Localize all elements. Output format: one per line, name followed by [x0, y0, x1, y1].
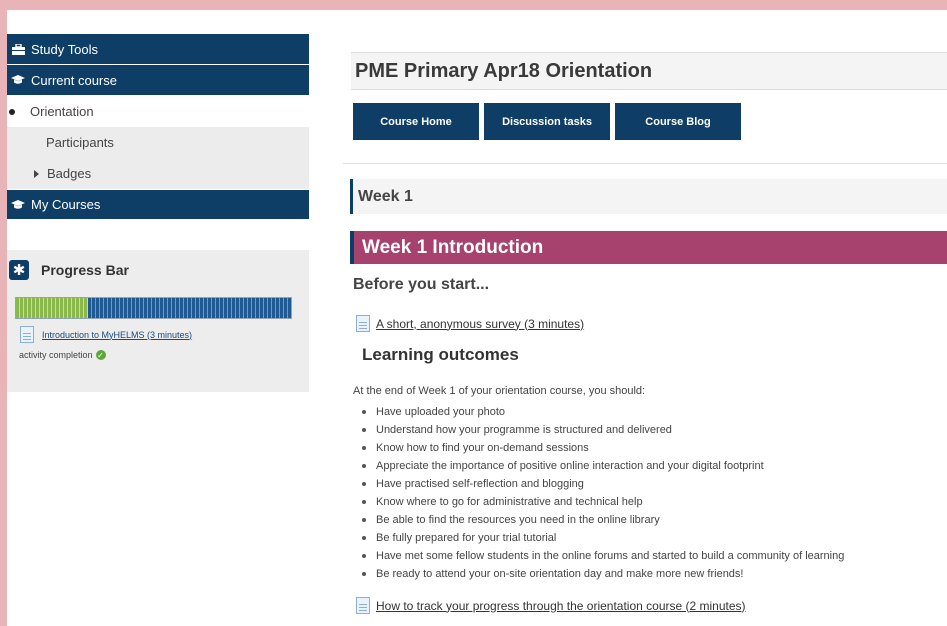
week-section-header[interactable]: Week 1	[350, 179, 947, 214]
learning-outcomes-heading: Learning outcomes	[362, 345, 519, 364]
current-course-header[interactable]: Current course	[7, 65, 309, 96]
my-courses-header[interactable]: My Courses	[7, 189, 309, 220]
survey-resource[interactable]: A short, anonymous survey (3 minutes)	[356, 315, 584, 332]
course-nav-buttons: Course Home Discussion tasks Course Blog	[353, 103, 741, 140]
list-item: Appreciate the importance of positive on…	[362, 457, 844, 475]
badges-label: Badges	[47, 166, 92, 181]
list-item: Have practised self-reflection and blogg…	[362, 475, 844, 493]
bullet-icon	[9, 108, 15, 115]
document-icon	[356, 597, 370, 614]
orientation-label: Orientation	[30, 104, 94, 119]
puzzle-icon: ✱	[9, 260, 29, 280]
list-item: Be fully prepared for your trial tutoria…	[362, 529, 844, 547]
progress-bar-completed	[16, 298, 88, 318]
nav-item-badges[interactable]: Badges	[7, 158, 309, 189]
nav-item-participants[interactable]: Participants	[7, 127, 309, 158]
progress-bar-title: Progress Bar	[41, 262, 129, 278]
week-intro-title: Week 1 Introduction	[362, 236, 544, 258]
check-icon: ✓	[95, 350, 106, 360]
activity-completion-label: activity completion	[19, 350, 93, 360]
week-intro-banner: Week 1 Introduction	[350, 231, 947, 264]
progress-tracking-link[interactable]: How to track your progress through the o…	[376, 599, 746, 613]
progress-bar-header: ✱ Progress Bar	[7, 250, 309, 280]
before-you-start-heading: Before you start...	[353, 276, 490, 293]
divider	[343, 163, 947, 164]
progress-activity-link[interactable]: Introduction to MyHELMS (3 minutes)	[42, 330, 192, 340]
course-blog-button[interactable]: Course Blog	[615, 103, 741, 140]
current-course-label: Current course	[31, 72, 117, 88]
learning-outcomes-intro: At the end of Week 1 of your orientation…	[353, 385, 646, 397]
progress-activity[interactable]: Introduction to MyHELMS (3 minutes)	[20, 326, 192, 343]
list-item: Have met some fellow students in the onl…	[362, 547, 844, 565]
list-item: Know where to go for administrative and …	[362, 493, 844, 511]
progress-bar	[15, 297, 292, 319]
list-item: Have uploaded your photo	[362, 403, 844, 421]
list-item: Know how to find your on-demand sessions	[362, 439, 844, 457]
study-tools-header[interactable]: Study Tools	[7, 34, 309, 65]
caret-right-icon	[34, 169, 39, 178]
nav-item-orientation[interactable]: Orientation	[7, 96, 309, 127]
activity-completion: activity completion ✓	[19, 350, 106, 360]
participants-label: Participants	[46, 135, 114, 150]
browser-frame: Study Tools Current course Orientation P…	[7, 10, 947, 626]
progress-bar-block: ✱ Progress Bar Introduction to MyHELMS (…	[7, 250, 309, 392]
week-label: Week 1	[358, 187, 413, 205]
study-tools-label: Study Tools	[31, 41, 98, 57]
discussion-tasks-button[interactable]: Discussion tasks	[484, 103, 610, 140]
learning-outcomes-list: Have uploaded your photo Understand how …	[362, 403, 844, 583]
sidebar: Study Tools Current course Orientation P…	[7, 34, 309, 220]
graduation-cap-icon	[11, 199, 25, 211]
my-courses-label: My Courses	[31, 197, 101, 212]
briefcase-icon	[11, 43, 25, 55]
list-item: Be ready to attend your on-site orientat…	[362, 565, 844, 583]
graduation-cap-icon	[11, 74, 25, 86]
course-home-button[interactable]: Course Home	[353, 103, 479, 140]
survey-link[interactable]: A short, anonymous survey (3 minutes)	[376, 317, 584, 331]
list-item: Be able to find the resources you need i…	[362, 511, 844, 529]
course-header: PME Primary Apr18 Orientation	[351, 52, 947, 90]
document-icon	[20, 326, 34, 343]
document-icon	[356, 315, 370, 332]
progress-tracking-resource[interactable]: How to track your progress through the o…	[356, 597, 746, 614]
progress-bar-remaining	[87, 298, 291, 318]
page-title: PME Primary Apr18 Orientation	[355, 59, 653, 82]
list-item: Understand how your programme is structu…	[362, 421, 844, 439]
